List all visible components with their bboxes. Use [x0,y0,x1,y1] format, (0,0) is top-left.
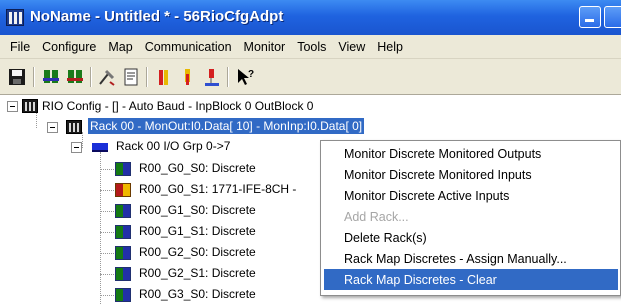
discrete-module-icon [115,225,131,239]
tree-slot-label[interactable]: R00_G0_S0: Discrete [139,161,256,175]
menu-file[interactable]: File [4,40,36,54]
app-icon [6,9,24,26]
menu-item-monitor-outputs[interactable]: Monitor Discrete Monitored Outputs [321,143,617,164]
analog-module-icon [115,183,131,197]
disconnect-icon[interactable] [64,66,86,88]
toolbar: ? [0,59,621,95]
menu-item-monitor-inputs[interactable]: Monitor Discrete Monitored Inputs [321,164,617,185]
rack-icon [66,120,82,134]
title-bar[interactable]: NoName - Untitled * - 56RioCfgAdpt [0,0,621,35]
menu-item-assign-manually[interactable]: Rack Map Discretes - Assign Manually... [321,248,617,269]
menu-item-delete-rack[interactable]: Delete Rack(s) [321,227,617,248]
context-menu: Monitor Discrete Monitored Outputs Monit… [320,140,621,296]
discrete-module-icon [115,162,131,176]
svg-text:?: ? [248,69,254,80]
connect-icon[interactable] [40,66,62,88]
tree-slot-label[interactable]: R00_G2_S0: Discrete [139,245,256,259]
save-icon[interactable] [6,66,28,88]
rio-config-icon [22,99,38,113]
collapse-group-toggle[interactable] [71,142,82,153]
network-icon[interactable] [201,66,223,88]
tree-slot-label[interactable]: R00_G1_S0: Discrete [139,203,256,217]
menu-item-monitor-active-inputs[interactable]: Monitor Discrete Active Inputs [321,185,617,206]
tree-root-label[interactable]: RIO Config - [] - Auto Baud - InpBlock 0… [42,99,313,113]
menu-communication[interactable]: Communication [139,40,238,54]
io-module-alt-icon[interactable] [177,66,199,88]
tree-slot-label[interactable]: R00_G0_S1: 1771-IFE-8CH - [139,182,296,196]
discrete-module-icon [115,288,131,302]
menu-help[interactable]: Help [371,40,409,54]
tree-group-label[interactable]: Rack 00 I/O Grp 0->7 [116,139,230,153]
tree-rack-label[interactable]: Rack 00 - MonOut:I0.Data[ 10] - MonInp:I… [88,118,365,134]
collapse-rack-toggle[interactable] [47,122,58,133]
menu-item-clear-map[interactable]: Rack Map Discretes - Clear [324,269,618,290]
help-pointer-icon[interactable]: ? [234,66,256,88]
discrete-module-icon [115,204,131,218]
io-group-icon [92,143,108,152]
maximize-button[interactable] [604,6,621,28]
discrete-module-icon [115,246,131,260]
menu-tools[interactable]: Tools [291,40,332,54]
menu-view[interactable]: View [332,40,371,54]
io-module-icon[interactable] [153,66,175,88]
collapse-root-toggle[interactable] [7,101,18,112]
tools-icon[interactable] [96,66,118,88]
menu-bar: File Configure Map Communication Monitor… [0,35,621,59]
menu-monitor[interactable]: Monitor [238,40,292,54]
tree-slot-label[interactable]: R00_G2_S1: Discrete [139,266,256,280]
menu-item-add-rack[interactable]: Add Rack... [321,206,617,227]
window-title: NoName - Untitled * - 56RioCfgAdpt [30,8,284,25]
discrete-module-icon [115,267,131,281]
minimize-button[interactable] [579,6,601,28]
tree-slot-label[interactable]: R00_G1_S1: Discrete [139,224,256,238]
document-icon[interactable] [120,66,142,88]
tree-slot-label[interactable]: R00_G3_S0: Discrete [139,287,256,301]
menu-configure[interactable]: Configure [36,40,102,54]
menu-map[interactable]: Map [102,40,138,54]
